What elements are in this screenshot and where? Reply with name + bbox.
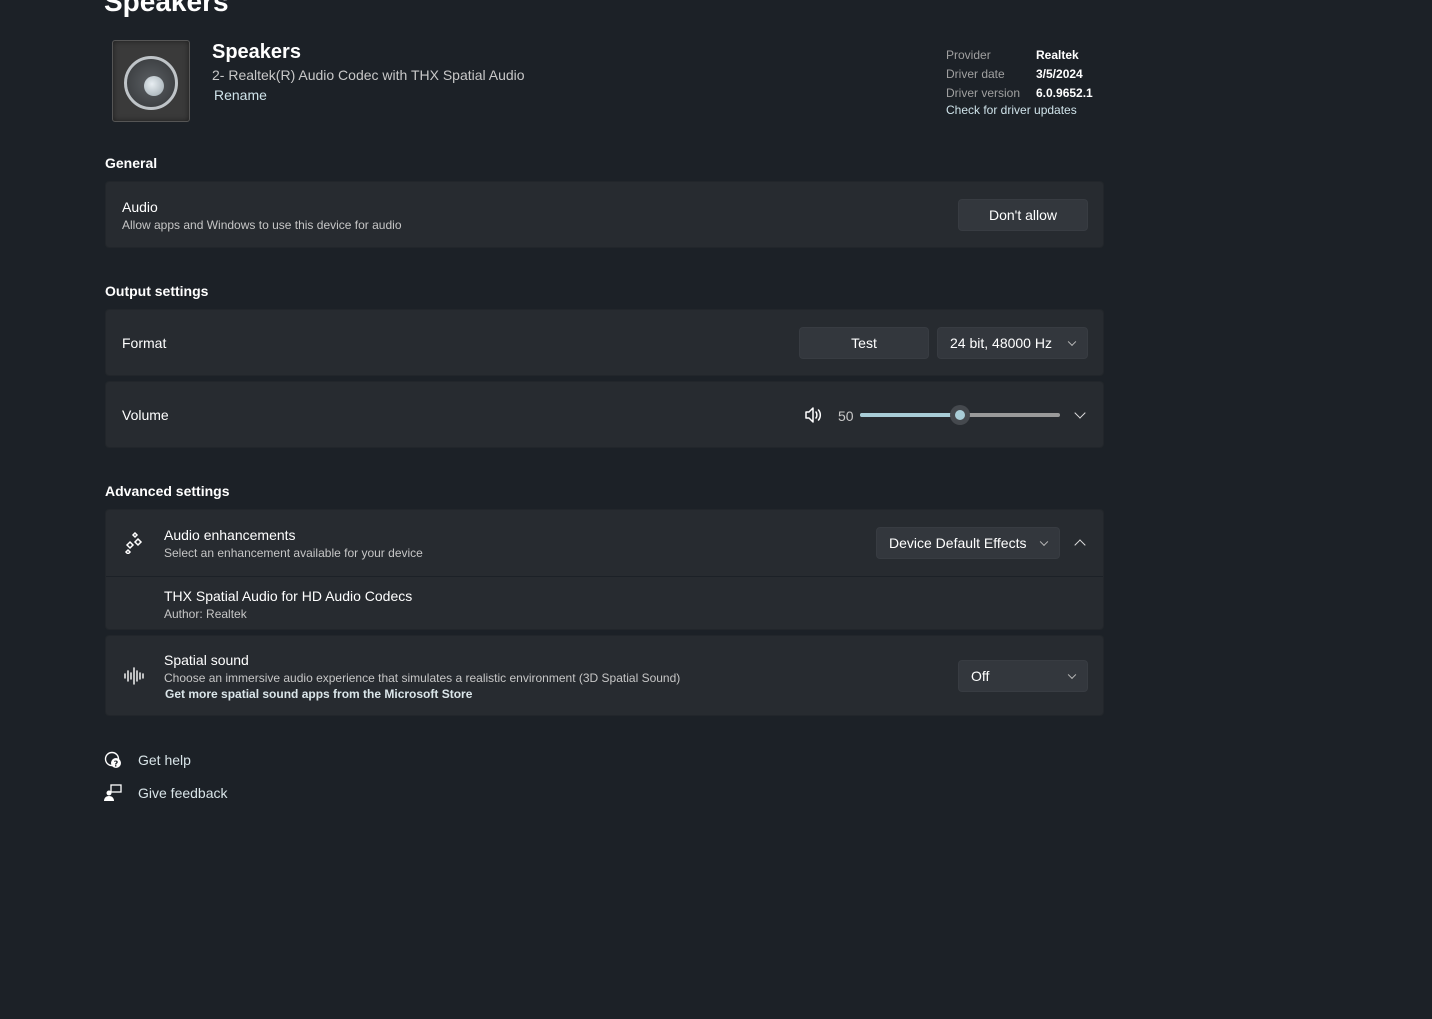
divider xyxy=(106,576,1103,577)
speaker-volume-icon[interactable] xyxy=(804,406,824,424)
rename-link[interactable]: Rename xyxy=(214,87,267,103)
audio-card: Audio Allow apps and Windows to use this… xyxy=(105,181,1104,248)
enhancements-dropdown-value: Device Default Effects xyxy=(889,535,1027,551)
volume-slider-thumb[interactable] xyxy=(950,405,970,425)
svg-text:?: ? xyxy=(114,760,119,769)
enhancements-title: Audio enhancements xyxy=(164,527,296,543)
driver-info: Provider Realtek Driver date 3/5/2024 Dr… xyxy=(946,45,1093,118)
dont-allow-button[interactable]: Don't allow xyxy=(958,199,1088,231)
get-help-link[interactable]: ? Get help xyxy=(104,751,191,769)
volume-title: Volume xyxy=(122,407,169,423)
microsoft-store-link[interactable]: Get more spatial sound apps from the Mic… xyxy=(165,687,472,701)
spatial-dropdown-value: Off xyxy=(971,668,990,684)
section-title-advanced: Advanced settings xyxy=(105,483,230,499)
driver-value: Realtek xyxy=(1036,47,1079,62)
audio-subtitle: Allow apps and Windows to use this devic… xyxy=(122,218,402,232)
device-name: Speakers xyxy=(212,41,301,63)
format-dropdown[interactable]: 24 bit, 48000 Hz xyxy=(937,327,1088,359)
section-title-output: Output settings xyxy=(105,283,209,299)
format-card: Format Test 24 bit, 48000 Hz xyxy=(105,309,1104,376)
volume-slider[interactable] xyxy=(860,405,1060,425)
test-button[interactable]: Test xyxy=(799,327,929,359)
enhancements-subtitle: Select an enhancement available for your… xyxy=(164,546,423,560)
check-driver-updates-link[interactable]: Check for driver updates xyxy=(946,103,1093,117)
spatial-title: Spatial sound xyxy=(164,652,249,668)
enhancement-item-author: Author: Realtek xyxy=(164,607,247,621)
driver-row-provider: Provider Realtek xyxy=(946,45,1093,64)
audio-enhancements-card: Audio enhancements Select an enhancement… xyxy=(105,509,1104,630)
speaker-icon xyxy=(112,40,190,122)
chevron-down-icon xyxy=(1067,670,1077,680)
enhancements-icon xyxy=(124,531,146,556)
section-title-general: General xyxy=(105,155,158,171)
get-help-label: Get help xyxy=(138,752,191,768)
give-feedback-link[interactable]: Give feedback xyxy=(104,784,228,802)
sound-wave-icon xyxy=(123,666,145,686)
feedback-icon xyxy=(104,784,138,802)
volume-expand-chevron-icon[interactable] xyxy=(1074,407,1086,419)
chevron-down-icon xyxy=(1039,537,1049,547)
device-description: 2- Realtek(R) Audio Codec with THX Spati… xyxy=(212,67,525,83)
driver-row-date: Driver date 3/5/2024 xyxy=(946,64,1093,83)
spatial-sound-card: Spatial sound Choose an immersive audio … xyxy=(105,635,1104,716)
driver-value: 3/5/2024 xyxy=(1036,66,1083,81)
format-title: Format xyxy=(122,335,167,351)
driver-key: Driver date xyxy=(946,66,1005,81)
volume-slider-fill xyxy=(860,413,960,417)
spatial-subtitle: Choose an immersive audio experience tha… xyxy=(164,671,681,685)
driver-key: Driver version xyxy=(946,85,1021,100)
audio-title: Audio xyxy=(122,199,158,215)
collapse-chevron-up-icon[interactable] xyxy=(1074,539,1086,551)
chevron-down-icon xyxy=(1067,337,1077,347)
volume-value: 50 xyxy=(838,408,854,424)
driver-value: 6.0.9652.1 xyxy=(1036,85,1093,100)
driver-row-version: Driver version 6.0.9652.1 xyxy=(946,83,1093,102)
enhancement-item-title: THX Spatial Audio for HD Audio Codecs xyxy=(164,588,413,604)
driver-key: Provider xyxy=(946,47,991,62)
give-feedback-label: Give feedback xyxy=(138,785,228,801)
spatial-sound-dropdown[interactable]: Off xyxy=(958,660,1088,692)
page-title: Speakers xyxy=(104,0,229,17)
enhancements-dropdown[interactable]: Device Default Effects xyxy=(876,527,1060,559)
help-icon: ? xyxy=(104,751,138,769)
format-dropdown-value: 24 bit, 48000 Hz xyxy=(950,335,1052,351)
